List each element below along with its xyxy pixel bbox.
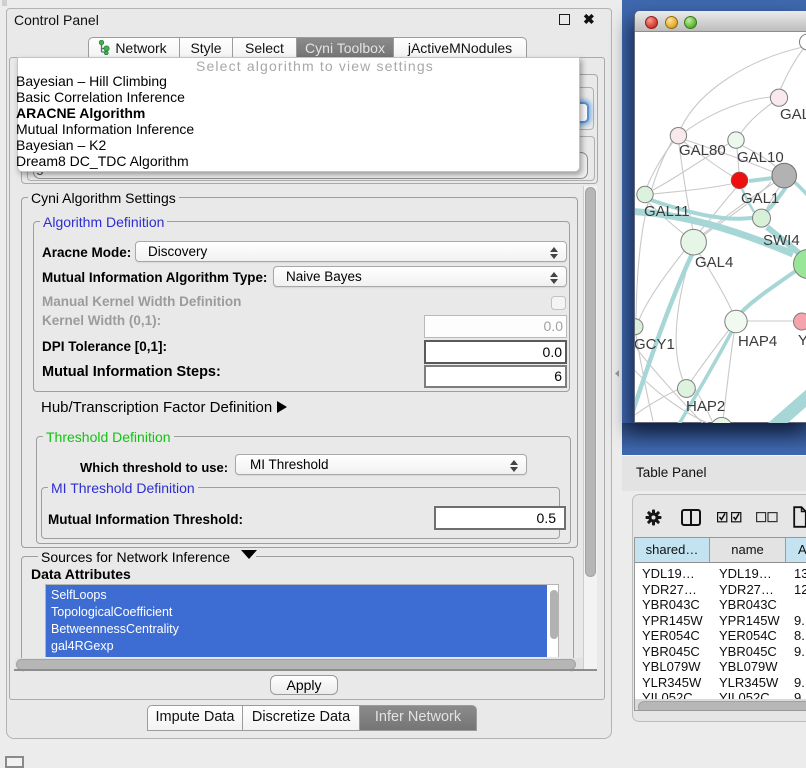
- svg-text:GAL80: GAL80: [679, 142, 726, 159]
- svg-text:GAL10: GAL10: [737, 149, 784, 166]
- svg-text:GAL2: GAL2: [780, 106, 806, 123]
- svg-text:HAP2: HAP2: [686, 398, 725, 415]
- svg-text:GCY1: GCY1: [635, 336, 675, 353]
- svg-text:GAL4: GAL4: [695, 254, 733, 271]
- svg-text:GAL1: GAL1: [741, 190, 779, 207]
- svg-text:HAP4: HAP4: [738, 333, 777, 350]
- svg-text:GAL11: GAL11: [644, 203, 690, 220]
- svg-text:SWI4: SWI4: [763, 232, 800, 249]
- svg-text:YJ: YJ: [798, 332, 806, 349]
